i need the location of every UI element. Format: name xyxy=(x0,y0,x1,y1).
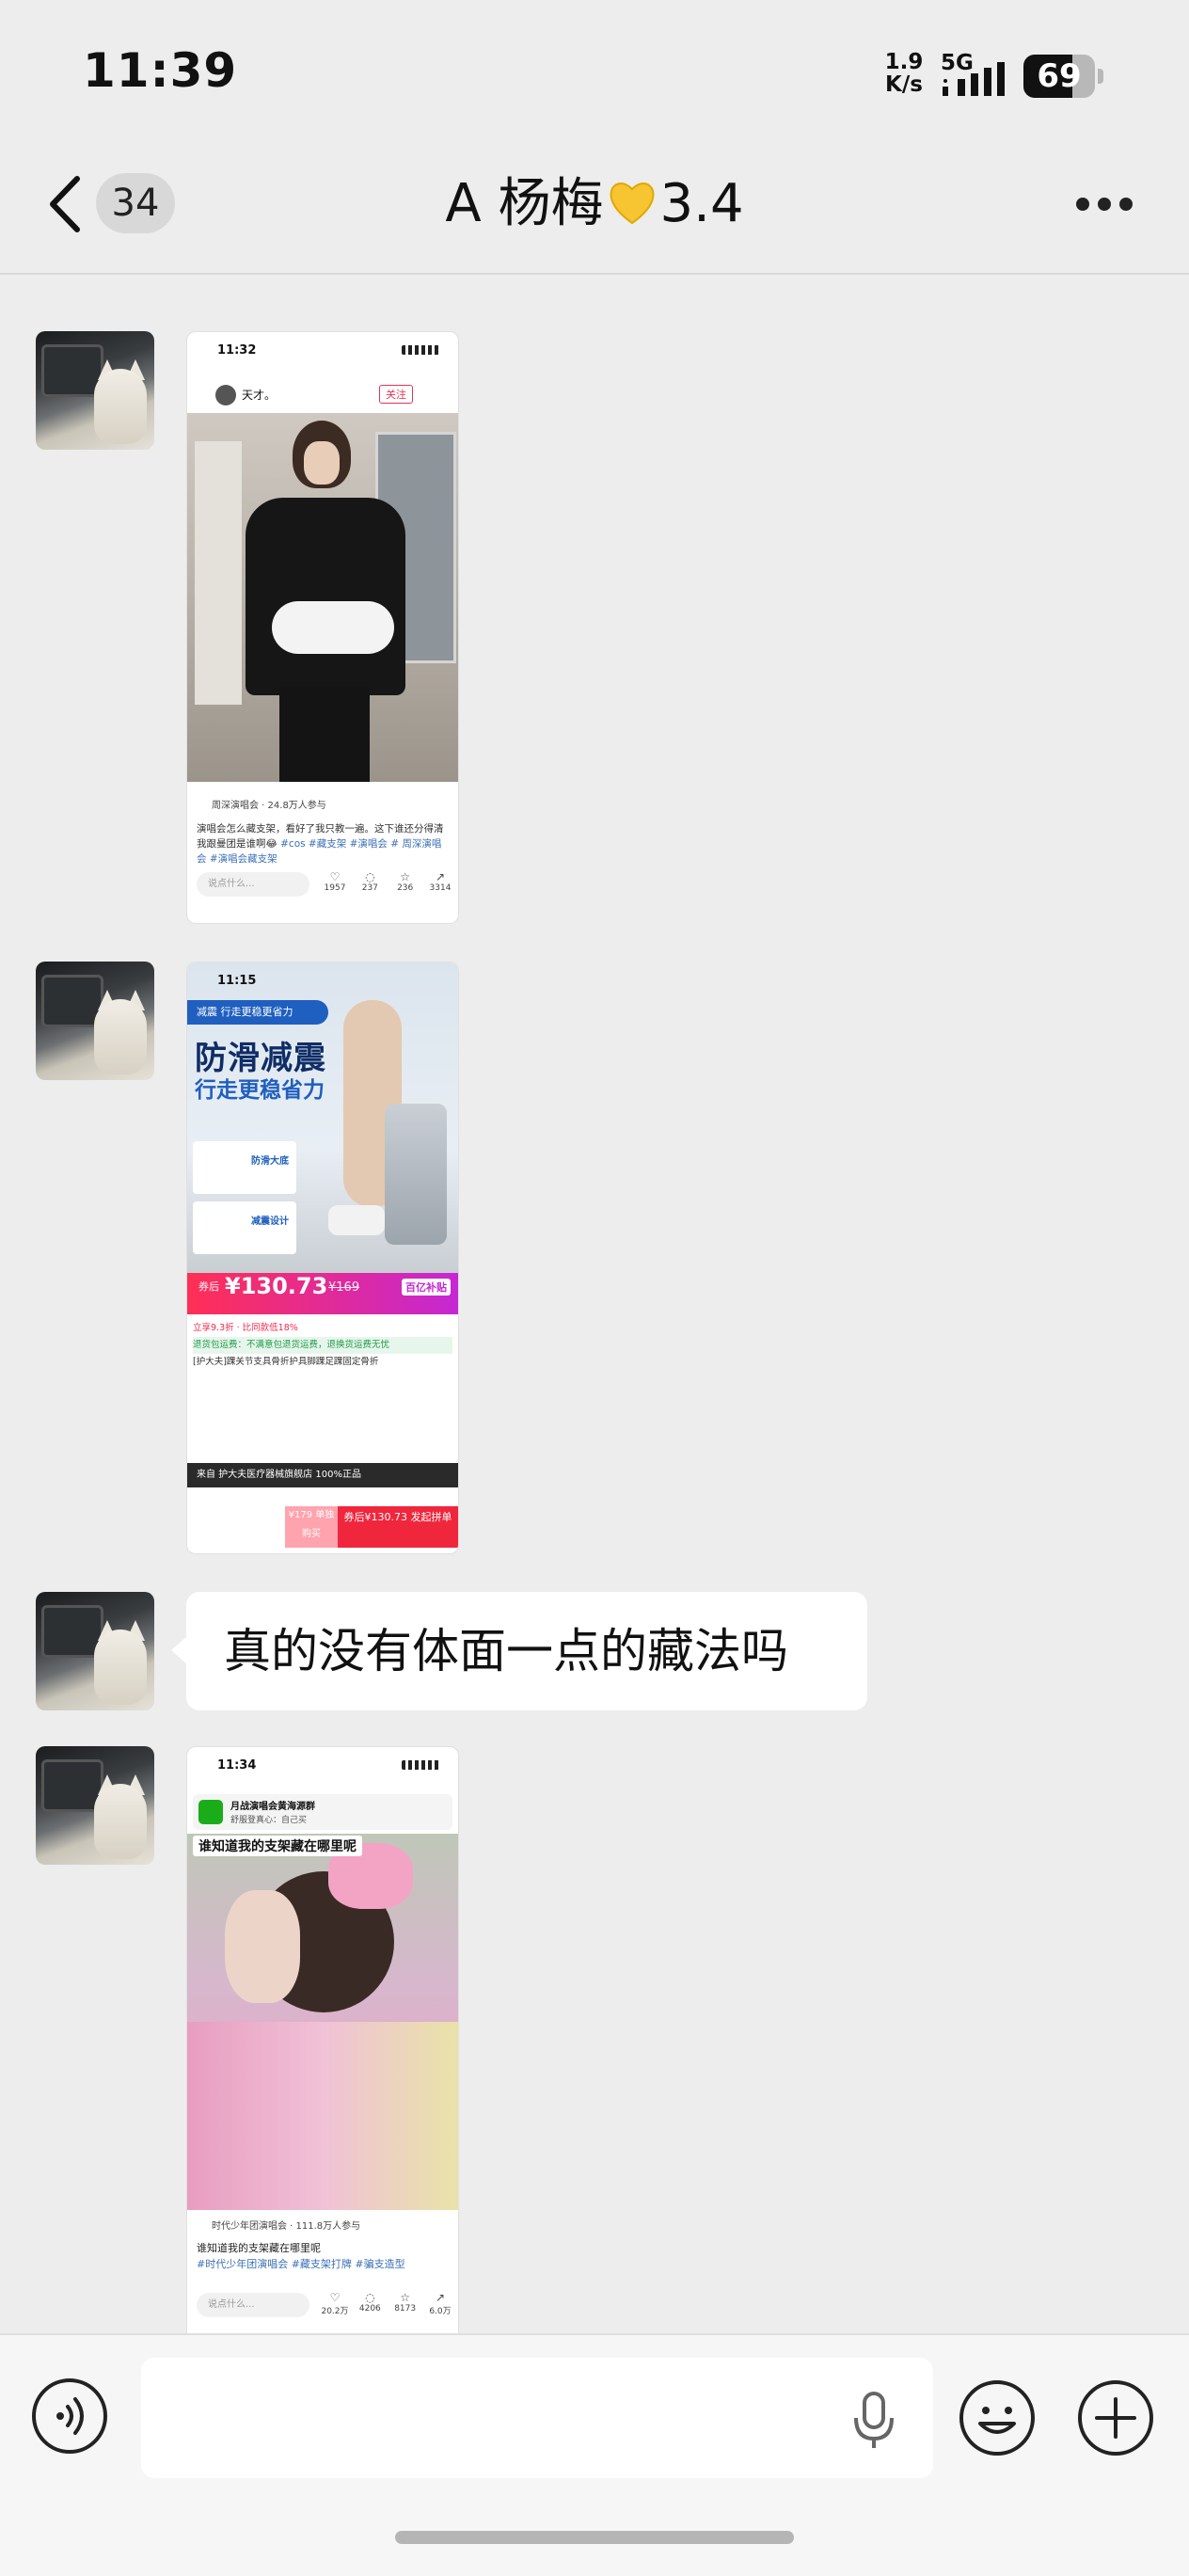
chat-title: A 杨梅 3.4 xyxy=(218,171,971,237)
text-message-bubble[interactable]: 真的没有体面一点的藏法吗 xyxy=(171,1592,867,1710)
microphone-icon[interactable] xyxy=(850,2390,897,2452)
home-indicator xyxy=(395,2531,794,2544)
thumb-caption: 演唱会怎么藏支架，看好了我只教一遍。这下谁还分得清我跟曼团是谁啊😂 #cos #… xyxy=(197,821,451,867)
thumb-buy-bar: ¥179 单独购买 券后¥130.73 发起拼单 xyxy=(187,1503,458,1551)
thumb-like-stat: ♡ 1957 xyxy=(324,870,346,893)
thumb-group-buy: 券后¥130.73 发起拼单 xyxy=(338,1506,458,1548)
thumb-product-details: 立享9.3折 · 比同款低18% 退货包运费：不满意包退货运费，退换货运费无忧 … xyxy=(193,1320,452,1371)
thumb-discount-line: 立享9.3折 · 比同款低18% xyxy=(193,1323,298,1333)
thumb-like-stat: ♡ 20.2万 xyxy=(321,2291,349,2316)
thumb-wechat-notice: 月战演唱会黄海源群 舒服登真心：自己买 xyxy=(193,1794,452,1830)
thumb-comment-input: 说点什么... xyxy=(197,872,309,897)
sender-avatar[interactable] xyxy=(36,1592,154,1710)
thumb-author: 时代少年团演唱会 · 111.8万人参与 xyxy=(212,2221,361,2232)
thumb-notice-subtitle: 舒服登真心：自己买 xyxy=(230,1816,308,1825)
network-speed-unit: K/s xyxy=(885,72,923,97)
input-bar xyxy=(0,2333,1189,2576)
thumb-feature-card: 减震设计 xyxy=(251,1216,289,1227)
thumb-follow-label: 关注 xyxy=(379,385,413,404)
message-list[interactable]: 11:32 天才。 关注 周深演唱会 · 24.8万人参与 演唱会怎么藏支架，看… xyxy=(0,275,1189,2333)
unread-count-badge[interactable]: 34 xyxy=(96,173,175,233)
chat-title-suffix: 3.4 xyxy=(659,173,744,234)
thumb-stats: ♡ 20.2万 ◌ 4206 ☆ 8173 ↗ 6.0万 xyxy=(319,2291,456,2316)
battery-level: 69 xyxy=(1037,57,1082,95)
thumb-feature-card: 防滑大底 xyxy=(251,1156,289,1167)
plus-icon[interactable] xyxy=(1076,2378,1155,2457)
thumb-caption-text: 谁知道我的支架藏在哪里呢 xyxy=(197,2242,321,2254)
thumb-comment-stat: ◌ 4206 xyxy=(358,2291,381,2314)
more-options-icon[interactable] xyxy=(1076,198,1133,213)
network-speed: 1.9 K/s xyxy=(879,51,929,96)
thumb-photo xyxy=(187,1834,458,2210)
thumb-author: 周深演唱会 · 24.8万人参与 xyxy=(212,801,326,811)
thumb-product-name: [护大夫]踝关节支具骨折护具脚踝足踝固定骨折 xyxy=(193,1357,379,1367)
network-speed-value: 1.9 xyxy=(884,50,924,74)
thumb-shipping-line: 退货包运费：不满意包退货运费，退换货运费无忧 xyxy=(193,1337,452,1354)
thumb-overlay-text: 谁知道我的支架藏在哪里呢 xyxy=(193,1836,362,1856)
thumb-photo xyxy=(187,413,458,782)
emoji-icon[interactable] xyxy=(958,2378,1037,2457)
text-message-content: 真的没有体面一点的藏法吗 xyxy=(224,1624,788,1678)
thumb-price-badge: 百亿补贴 xyxy=(402,1279,451,1296)
thumb-notice-title: 月战演唱会黄海源群 xyxy=(230,1802,315,1812)
battery-icon: 69 xyxy=(1023,55,1106,98)
thumb-status-time: 11:15 xyxy=(217,974,257,988)
image-message[interactable]: 11:32 天才。 关注 周深演唱会 · 24.8万人参与 演唱会怎么藏支架，看… xyxy=(186,331,459,924)
thumb-comment-input: 说点什么... xyxy=(197,2293,309,2317)
thumb-status-icons xyxy=(402,1760,439,1770)
voice-wave-icon xyxy=(56,2397,84,2435)
thumb-single-buy: ¥179 单独购买 xyxy=(285,1506,338,1548)
image-message[interactable]: 11:34 月战演唱会黄海源群 舒服登真心：自己买 谁知道我的支架藏在哪里呢 时… xyxy=(186,1746,459,2333)
thumb-star-stat: ☆ 8173 xyxy=(394,2291,417,2314)
thumb-status-time: 11:34 xyxy=(217,1758,257,1773)
thumb-shop-bar: 来自 护大夫医疗器械旗舰店 100%正品 xyxy=(187,1463,458,1487)
thumb-price: ¥130.73 xyxy=(225,1273,328,1299)
thumb-share-stat: ↗ 6.0万 xyxy=(429,2291,452,2316)
thumb-caption: 谁知道我的支架藏在哪里呢 #时代少年团演唱会 #藏支架打牌 #骗支造型 xyxy=(197,2240,451,2272)
chat-title-name: A 杨梅 xyxy=(445,173,604,234)
signal-icon xyxy=(943,62,1005,96)
thumb-comment-stat: ◌ 237 xyxy=(361,870,378,893)
thumb-username: 天才。 xyxy=(242,389,277,402)
image-message[interactable]: 防滑大底 减震设计 11:15 减震 行走更稳更省力 防滑减震 行走更稳省力 券… xyxy=(186,962,459,1554)
thumb-caption-tags: #时代少年团演唱会 #藏支架打牌 #骗支造型 xyxy=(197,2258,405,2270)
sender-avatar[interactable] xyxy=(36,1746,154,1865)
yellow-heart-icon xyxy=(610,183,654,225)
chat-header: 34 A 杨梅 3.4 xyxy=(0,141,1189,275)
thumb-banner: 减震 行走更稳更省力 xyxy=(187,1000,328,1025)
sender-avatar[interactable] xyxy=(36,331,154,450)
wechat-icon xyxy=(198,1800,223,1824)
sender-avatar[interactable] xyxy=(36,962,154,1080)
message-input[interactable] xyxy=(141,2358,933,2478)
thumb-price-bar: 券后 ¥130.73 ¥169 百亿补贴 xyxy=(187,1273,458,1314)
status-time: 11:39 xyxy=(83,43,238,98)
thumb-price-label: 券后 xyxy=(198,1280,219,1293)
voice-mode-button[interactable] xyxy=(32,2378,107,2454)
thumb-subheadline: 行走更稳省力 xyxy=(195,1078,325,1103)
status-bar: 11:39 1.9 K/s 5G 69 xyxy=(0,0,1189,141)
thumb-stats: ♡ 1957 ◌ 237 ☆ 236 ↗ 3314 xyxy=(319,870,456,893)
thumb-star-stat: ☆ 236 xyxy=(397,870,414,893)
thumb-share-stat: ↗ 3314 xyxy=(429,870,452,893)
back-icon[interactable] xyxy=(43,173,87,235)
thumb-original-price: ¥169 xyxy=(328,1280,360,1295)
thumb-status-time: 11:32 xyxy=(217,343,257,358)
thumb-status-icons xyxy=(402,345,439,355)
